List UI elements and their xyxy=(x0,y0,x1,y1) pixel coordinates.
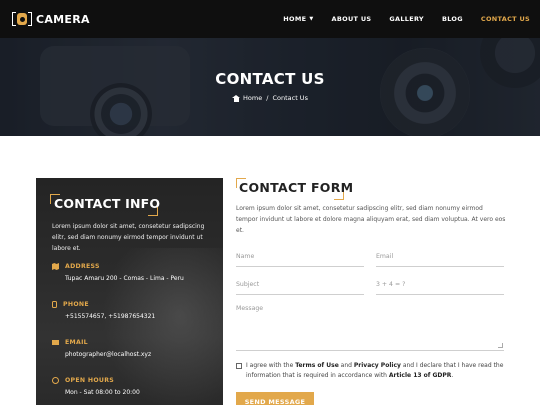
nav-item-about-us[interactable]: ABOUT US xyxy=(332,15,372,23)
contact-form-description: Lorem ipsum dolor sit amet, consetetur s… xyxy=(236,205,506,234)
address-label: ADDRESS xyxy=(65,263,100,270)
envelope-icon xyxy=(52,340,59,345)
gdpr-article-link[interactable]: Article 13 of GDPR xyxy=(389,372,451,379)
nav-item-contact-us[interactable]: CONTACT US xyxy=(481,15,530,23)
email-label: EMAIL xyxy=(65,339,88,346)
main-menu: HOME ▼ ABOUT US GALLERY BLOG CONTACT US xyxy=(265,15,530,23)
email-value: photographer@localhost.xyz xyxy=(65,351,152,358)
phone-value: +515574657, +51987654321 xyxy=(65,313,156,320)
contact-form-title: CONTACT FORM xyxy=(239,180,354,195)
nav-item-home[interactable]: HOME ▼ xyxy=(283,15,313,23)
brand-name: CAMERA xyxy=(36,12,90,26)
hours-block: OPEN HOURS Mon - Sat 08:00 to 20:00 xyxy=(52,377,140,396)
nav-item-gallery[interactable]: GALLERY xyxy=(389,15,424,23)
chevron-down-icon: ▼ xyxy=(309,16,314,22)
resize-handle-icon[interactable] xyxy=(498,343,503,348)
email-block: EMAIL photographer@localhost.xyz xyxy=(52,339,151,358)
email-field[interactable]: Email xyxy=(376,253,504,267)
subject-field[interactable]: Subject xyxy=(236,281,364,295)
home-icon xyxy=(232,94,241,102)
contact-info-panel: CONTACT INFO Lorem ipsum dolor sit amet,… xyxy=(36,178,223,405)
contact-info-description: Lorem ipsum dolor sit amet, consetetur s… xyxy=(52,223,205,252)
consent-text: I agree with the Terms of Use and Privac… xyxy=(246,362,504,379)
hero-banner: CONTACT US Home / Contact Us xyxy=(0,38,540,136)
address-value: Tupac Amaru 200 - Comas - Lima - Peru xyxy=(65,275,184,282)
nav-item-blog[interactable]: BLOG xyxy=(442,15,463,23)
phone-block: PHONE +515574657, +51987654321 xyxy=(52,301,155,320)
breadcrumb: Home / Contact Us xyxy=(0,94,540,102)
gdpr-consent: I agree with the Terms of Use and Privac… xyxy=(236,361,511,380)
breadcrumb-current: Contact Us xyxy=(272,94,308,102)
message-textarea[interactable]: Message xyxy=(236,305,504,351)
hours-label: OPEN HOURS xyxy=(65,377,115,384)
consent-checkbox[interactable] xyxy=(236,362,242,369)
privacy-policy-link[interactable]: Privacy Policy xyxy=(354,362,401,369)
breadcrumb-home-link[interactable]: Home xyxy=(243,94,262,102)
phone-icon xyxy=(52,301,57,308)
map-icon xyxy=(52,263,59,270)
captcha-field[interactable]: 3 + 4 = ? xyxy=(376,281,504,295)
terms-of-use-link[interactable]: Terms of Use xyxy=(295,362,339,369)
send-message-button[interactable]: SEND MESSAGE xyxy=(236,392,314,405)
address-block: ADDRESS Tupac Amaru 200 - Comas - Lima -… xyxy=(52,263,184,282)
site-logo[interactable]: CAMERA xyxy=(12,11,90,27)
contact-info-title: CONTACT INFO xyxy=(54,196,161,211)
hours-value: Mon - Sat 08:00 to 20:00 xyxy=(65,389,140,396)
page-title: CONTACT US xyxy=(215,70,325,88)
clock-icon xyxy=(52,377,59,384)
camera-logo-icon xyxy=(12,11,32,27)
name-field[interactable]: Name xyxy=(236,253,364,267)
phone-label: PHONE xyxy=(63,301,89,308)
top-navbar: CAMERA HOME ▼ ABOUT US GALLERY BLOG CONT… xyxy=(0,0,540,38)
breadcrumb-separator: / xyxy=(266,94,269,102)
